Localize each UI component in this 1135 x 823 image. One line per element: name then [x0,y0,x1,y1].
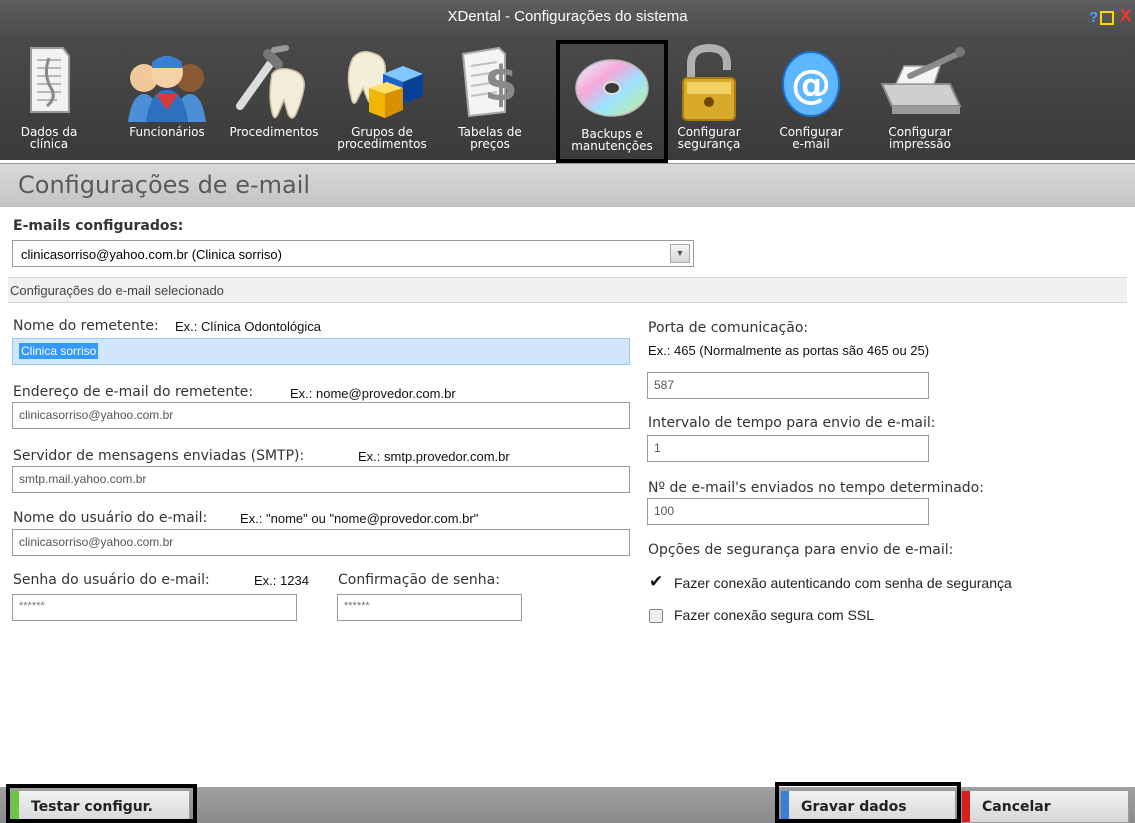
cancel-label: Cancelar [982,799,1051,815]
smtp-example: Ex.: smtp.provedor.com.br [358,449,510,464]
svg-text:@: @ [791,62,831,108]
staff-icon [128,56,206,122]
auth-checkbox[interactable]: ✔ [649,573,663,590]
highlight-frame [6,784,197,823]
count-label: Nº de e-mail's enviados no tempo determi… [648,480,984,496]
ssl-checkbox-label[interactable]: Fazer conexão segura com SSL [674,607,874,623]
at-sign-icon: @ [782,51,840,117]
port-example: Ex.: 465 (Normalmente as portas são 465 … [648,343,930,358]
help-icon[interactable]: ? [1089,10,1098,26]
chevron-down-icon[interactable]: ▼ [670,244,690,263]
toolbar-item-procedure-groups[interactable]: Grupos de procedimentos [326,36,438,158]
padlock-icon [682,44,736,121]
toolbar-item-label: Configurar impressão [888,125,952,151]
svg-text:$: $ [484,56,517,112]
sender-email-input[interactable]: clinicasorriso@yahoo.com.br [12,402,630,429]
toolbar-item-label: Funcionários [129,125,205,139]
emails-dropdown-value: clinicasorriso@yahoo.com.br (Clinica sor… [21,247,282,262]
toolbar-item-email[interactable]: @ Configurar e-mail [770,36,852,158]
dental-tool-icon [236,45,305,119]
toolbar-band: XDental - Configurações do sistema ? X D… [0,0,1135,163]
red-stripe [962,791,970,822]
toolbar-item-procedures[interactable]: Procedimentos [220,36,328,158]
emails-label: E-mails configurados: [13,218,184,234]
toolbar-item-printing[interactable]: Configurar impressão [870,36,970,158]
toolbar-item-label: Configurar segurança [677,125,741,151]
subsection-title: Configurações do e-mail selecionado [10,283,224,298]
password-input[interactable]: ****** [12,594,297,621]
toolbar-item-price-tables[interactable]: $ Tabelas de preços [448,36,532,158]
printer-icon [880,47,965,114]
settings-window: XDental - Configurações do sistema ? X D… [0,0,1135,823]
highlight-frame [775,782,961,823]
disc-icon [575,59,649,117]
toolbar-item-clinic-data[interactable]: Dados da clínica [18,36,80,158]
sender-email-example: Ex.: nome@provedor.com.br [290,386,456,401]
port-input[interactable]: 587 [647,372,929,399]
toolbar-item-staff[interactable]: Funcionários [118,36,216,158]
username-input[interactable]: clinicasorriso@yahoo.com.br [12,529,630,556]
sender-name-value: Clinica sorriso [19,343,99,359]
port-label: Porta de comunicação: [648,320,809,336]
document-icon [30,47,70,113]
section-header: Configurações de e-mail [0,163,1135,207]
toolbar-item-security[interactable]: Configurar segurança [668,36,750,158]
password-confirm-label: Confirmação de senha: [338,572,500,588]
title-bar: XDental - Configurações do sistema ? X [0,0,1135,36]
interval-input[interactable]: 1 [647,435,929,462]
sender-name-input[interactable]: Clinica sorriso [12,338,630,365]
toolbar-item-label: Tabelas de preços [458,125,522,151]
interval-label: Intervalo de tempo para envio de e-mail: [648,415,936,431]
subsection-header: Configurações do e-mail selecionado [8,277,1127,303]
tooth-cubes-icon [347,51,423,118]
page-title: Configurações de e-mail [18,171,311,199]
toolbar-item-label: Backups e manutenções [571,127,653,153]
smtp-label: Servidor de mensagens enviadas (SMTP): [13,448,305,464]
emails-dropdown[interactable]: clinicasorriso@yahoo.com.br (Clinica sor… [12,240,694,267]
username-label: Nome do usuário do e-mail: [13,510,208,526]
sender-email-label: Endereço de e-mail do remetente: [13,384,254,400]
smtp-input[interactable]: smtp.mail.yahoo.com.br [12,466,630,493]
security-label: Opções de segurança para envio de e-mail… [648,542,954,558]
ssl-checkbox[interactable] [649,609,663,623]
toolbar-item-label: Configurar e-mail [779,125,843,151]
sender-name-example: Ex.: Clínica Odontológica [175,319,321,334]
toolbar-item-label: Grupos de procedimentos [337,125,427,151]
password-example: Ex.: 1234 [254,573,309,588]
cancel-button[interactable]: Cancelar [961,790,1129,823]
toolbar-item-label: Procedimentos [229,125,319,139]
username-example: Ex.: "nome" ou "nome@provedor.com.br" [240,511,479,526]
price-table-icon: $ [461,46,518,118]
password-label: Senha do usuário do e-mail: [13,572,210,588]
close-icon[interactable]: X [1120,7,1131,24]
password-confirm-input[interactable]: ****** [337,594,522,621]
toolbar-item-label: Dados da clínica [20,125,78,151]
window-title: XDental - Configurações do sistema [447,8,688,25]
auth-checkbox-label[interactable]: Fazer conexão autenticando com senha de … [674,575,1012,591]
toolbar-item-backups[interactable]: Backups e manutenções [556,40,668,163]
count-input[interactable]: 100 [647,498,929,525]
maximize-icon[interactable] [1100,11,1114,25]
sender-name-label: Nome do remetente: [13,318,159,334]
